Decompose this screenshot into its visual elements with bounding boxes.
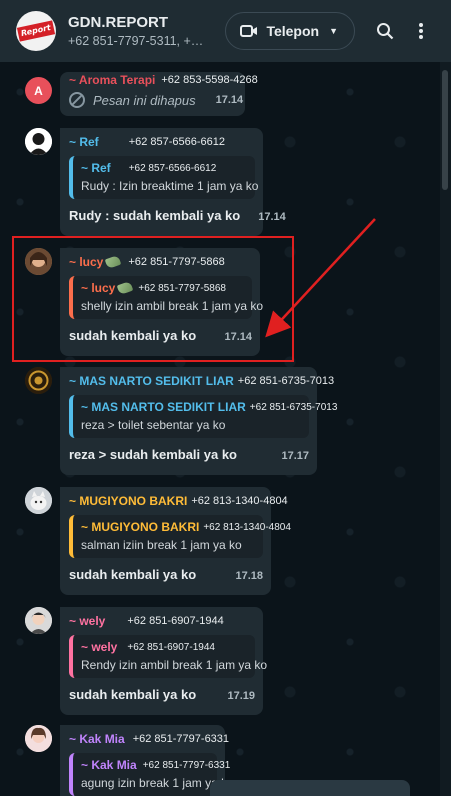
quote-phone: +62 851-7797-5868 xyxy=(138,282,226,294)
group-members: +62 851-7797-5311, +6… xyxy=(68,34,208,48)
quote-sender: ~ wely xyxy=(81,640,118,654)
message-time: 17.19 xyxy=(227,690,255,702)
sender-phone: +62 851-6735-7013 xyxy=(237,375,335,387)
search-icon[interactable] xyxy=(367,13,403,49)
video-camera-icon xyxy=(240,24,258,38)
quoted-message[interactable]: ~ MUGIYONO BAKRI +62 813-1340-4804 salma… xyxy=(69,515,291,558)
quote-text: salman iziin break 1 jam ya ko xyxy=(81,538,242,552)
message-bubble[interactable]: ~ Ref +62 857-6566-6612 ~ Ref +62 857-65… xyxy=(60,128,286,236)
avatar[interactable]: A xyxy=(25,77,52,104)
sender-name[interactable]: ~ lucy xyxy=(69,255,103,269)
quote-text: Rendy izin ambil break 1 jam ya ko xyxy=(81,658,268,672)
deleted-message: Pesan ini dihapus 17.14 xyxy=(69,92,243,108)
group-avatar[interactable]: Report xyxy=(16,11,56,51)
message-list[interactable]: A ~ Aroma Terapi +62 853-5598-4268 Pesan… xyxy=(0,62,440,796)
quote-text: agung izin break 1 jam ya ko xyxy=(81,776,234,790)
quote-sender: ~ lucy xyxy=(81,281,116,295)
scrollbar[interactable] xyxy=(440,62,451,796)
quote-text: shelly izin ambil break 1 jam ya ko xyxy=(81,299,264,313)
message-time: 17.14 xyxy=(215,94,244,106)
avatar[interactable] xyxy=(25,487,52,514)
sender-phone: +62 851-6907-1944 xyxy=(127,615,224,627)
sender-name[interactable]: ~ MUGIYONO BAKRI xyxy=(69,494,187,508)
quoted-message[interactable]: ~ wely +62 851-6907-1944 Rendy izin ambi… xyxy=(69,635,268,678)
message-bubble[interactable]: ~ Kak Mia +62 851-7797-6331 ~ Kak Mia +6… xyxy=(60,725,234,796)
avatar[interactable] xyxy=(25,248,52,275)
money-emoji-icon xyxy=(105,254,122,270)
sender-name[interactable]: ~ wely xyxy=(69,614,105,628)
quoted-message[interactable]: ~ Ref +62 857-6566-6612 Rudy : Izin brea… xyxy=(69,156,259,199)
message-time: 17.14 xyxy=(224,331,252,343)
scrollbar-thumb[interactable] xyxy=(442,70,448,190)
message-text: Rudy : sudah kembali ya ko xyxy=(69,208,241,223)
quoted-message[interactable]: ~ lucy +62 851-7797-5868 shelly izin amb… xyxy=(69,276,264,319)
quote-sender: ~ MAS NARTO SEDIKIT LIAR xyxy=(81,400,246,414)
report-logo: Report xyxy=(16,20,56,42)
more-vertical-icon[interactable] xyxy=(403,13,439,49)
quote-phone: +62 851-6907-1944 xyxy=(127,641,215,653)
sender-name[interactable]: ~ Ref xyxy=(69,135,99,149)
message-time: 17.14 xyxy=(258,211,286,223)
quote-phone: +62 857-6566-6612 xyxy=(128,162,217,174)
quote-sender: ~ Ref xyxy=(81,161,111,175)
quote-phone: +62 813-1340-4804 xyxy=(203,521,291,533)
quote-sender: ~ MUGIYONO BAKRI xyxy=(81,520,200,534)
avatar[interactable] xyxy=(25,725,52,752)
message-bubble[interactable]: ~ MUGIYONO BAKRI +62 813-1340-4804 ~ MUG… xyxy=(60,487,291,595)
sender-name[interactable]: ~ MAS NARTO SEDIKIT LIAR xyxy=(69,374,234,388)
call-button-label: Telepon xyxy=(266,23,320,39)
message-bubble[interactable]: ~ lucy +62 851-7797-5868 ~ lucy +62 851-… xyxy=(60,248,264,356)
quote-text: reza > toilet sebentar ya ko xyxy=(81,418,226,432)
avatar[interactable] xyxy=(25,367,52,394)
message-time: 17.17 xyxy=(281,450,309,462)
chat-info[interactable]: GDN.REPORT +62 851-7797-5311, +6… xyxy=(68,14,225,48)
sender-phone: +62 853-5598-4268 xyxy=(161,74,258,86)
message-time: 17.18 xyxy=(235,570,263,582)
quote-phone: +62 851-7797-6331 xyxy=(142,759,231,771)
sender-phone: +62 851-7797-5868 xyxy=(128,256,225,268)
message-bubble[interactable]: ~ Aroma Terapi +62 853-5598-4268 Pesan i… xyxy=(60,72,258,116)
reaction-bar[interactable] xyxy=(210,780,410,796)
message-bubble[interactable]: ~ MAS NARTO SEDIKIT LIAR +62 851-6735-70… xyxy=(60,367,337,475)
chat-header: Report GDN.REPORT +62 851-7797-5311, +6…… xyxy=(0,0,451,62)
blocked-icon xyxy=(69,92,85,108)
message-text: reza > sudah kembali ya ko xyxy=(69,447,237,462)
quote-phone: +62 851-6735-7013 xyxy=(249,401,338,413)
sender-name[interactable]: ~ Aroma Terapi xyxy=(69,73,155,87)
money-emoji-icon xyxy=(117,280,134,296)
call-button[interactable]: Telepon ▼ xyxy=(225,12,355,50)
sender-name[interactable]: ~ Kak Mia xyxy=(69,732,125,746)
avatar[interactable] xyxy=(25,607,52,634)
message-text: sudah kembali ya ko xyxy=(69,328,197,343)
sender-phone: +62 851-7797-6331 xyxy=(132,733,230,745)
group-name: GDN.REPORT xyxy=(68,14,169,31)
avatar[interactable] xyxy=(25,128,52,155)
message-text: sudah kembali ya ko xyxy=(69,567,197,582)
message-text: sudah kembali ya ko xyxy=(69,687,197,702)
sender-phone: +62 857-6566-6612 xyxy=(128,136,226,148)
quoted-message[interactable]: ~ Kak Mia +62 851-7797-6331 agung izin b… xyxy=(69,753,234,796)
sender-phone: +62 813-1340-4804 xyxy=(191,495,288,507)
chevron-down-icon: ▼ xyxy=(329,26,338,36)
message-bubble[interactable]: ~ wely +62 851-6907-1944 ~ wely +62 851-… xyxy=(60,607,268,715)
quoted-message[interactable]: ~ MAS NARTO SEDIKIT LIAR +62 851-6735-70… xyxy=(69,395,337,438)
quote-text: Rudy : Izin breaktime 1 jam ya ko xyxy=(81,179,259,193)
quote-sender: ~ Kak Mia xyxy=(81,758,137,772)
